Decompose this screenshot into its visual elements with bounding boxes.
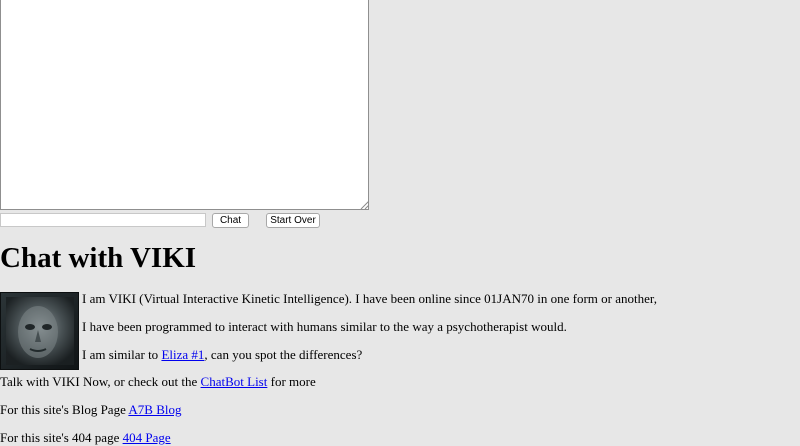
- notfound-prefix: For this site's 404 page: [0, 430, 123, 445]
- chat-input[interactable]: [0, 213, 206, 227]
- intro-line-1: I am VIKI (Virtual Interactive Kinetic I…: [82, 291, 657, 306]
- viki-portrait-image: [0, 292, 79, 370]
- blog-link[interactable]: A7B Blog: [128, 402, 181, 417]
- chat-log-textarea[interactable]: [0, 0, 369, 210]
- 404-page-link[interactable]: 404 Page: [123, 430, 171, 445]
- chatbot-list-link[interactable]: ChatBot List: [201, 374, 268, 389]
- intro-line-3-suffix: , can you spot the differences?: [204, 347, 363, 362]
- intro-line-3: I am similar to Eliza #1, can you spot t…: [82, 347, 362, 363]
- viki-face-icon: [0, 292, 79, 370]
- eliza-link[interactable]: Eliza #1: [161, 347, 204, 362]
- chat-button[interactable]: Chat: [212, 213, 249, 228]
- page: Chat Start Over Chat with VIKI I am VIKI…: [0, 0, 800, 446]
- blog-line: For this site's Blog Page A7B Blog: [0, 402, 181, 418]
- blog-prefix: For this site's Blog Page: [0, 402, 129, 417]
- talk-line: Talk with VIKI Now, or check out the Cha…: [0, 374, 316, 390]
- talk-prefix: Talk with VIKI Now, or check out the: [0, 374, 201, 389]
- start-over-button[interactable]: Start Over: [266, 213, 320, 228]
- page-title: Chat with VIKI: [0, 242, 197, 274]
- resize-grip-icon[interactable]: [359, 199, 369, 209]
- intro-line-3-prefix: I am similar to: [82, 347, 162, 362]
- notfound-line: For this site's 404 page 404 Page: [0, 430, 171, 446]
- intro-line-2: I have been programmed to interact with …: [82, 319, 567, 334]
- talk-suffix: for more: [267, 374, 316, 389]
